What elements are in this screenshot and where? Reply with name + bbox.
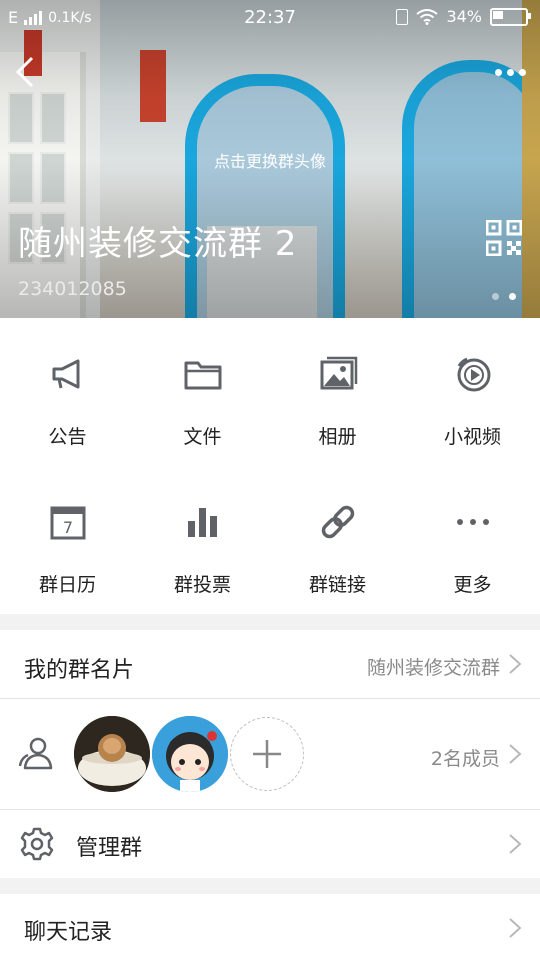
page-dot [509, 293, 516, 300]
wifi-icon [416, 8, 439, 25]
album-button[interactable]: 相册 [270, 318, 405, 466]
announcement-label: 公告 [48, 426, 87, 448]
group-vote-label: 群投票 [173, 574, 231, 596]
my-group-card-value: 随州装修交流群 [366, 657, 500, 679]
back-button[interactable] [10, 52, 42, 92]
chevron-right-icon [509, 918, 522, 938]
calendar-icon: 7 [50, 506, 86, 540]
group-profile-screen: E 0.1K/s 22:37 34% 点击更换群头像 随州装修交流群 2 234… [0, 0, 540, 960]
add-member-button[interactable] [230, 717, 304, 791]
battery-icon [490, 7, 531, 26]
announcement-button[interactable]: 公告 [0, 318, 135, 466]
chevron-right-icon [509, 654, 522, 674]
chat-history-title: 聊天记录 [24, 920, 113, 945]
more-options-button[interactable] [486, 62, 526, 82]
status-bar: E 0.1K/s 22:37 34% [0, 0, 540, 34]
short-video-label: 小视频 [443, 426, 501, 448]
plus-icon [253, 740, 281, 768]
more-dots-icon [457, 519, 489, 525]
files-label: 文件 [183, 426, 222, 448]
manage-group-title: 管理群 [76, 836, 143, 861]
bar-chart-icon [188, 508, 217, 537]
link-icon [321, 505, 355, 539]
page-dot [492, 293, 499, 300]
chevron-right-icon [509, 744, 522, 764]
manage-group-row[interactable]: 管理群 [0, 810, 540, 878]
members-icon [18, 737, 53, 770]
group-calendar-button[interactable]: 7 群日历 [0, 466, 135, 614]
group-vote-button[interactable]: 群投票 [135, 466, 270, 614]
chevron-left-icon [15, 56, 34, 88]
more-label: 更多 [453, 574, 492, 596]
group-functions-grid: 公告 文件 相册 小视频 7 群日历 群投票 群链接 更多 [0, 318, 540, 614]
calendar-day: 7 [63, 518, 73, 537]
chevron-right-icon [509, 834, 522, 854]
photo-album-icon [320, 356, 358, 390]
group-link-button[interactable]: 群链接 [270, 466, 405, 614]
short-video-button[interactable]: 小视频 [405, 318, 540, 466]
group-name: 随州装修交流群 2 [18, 224, 298, 264]
chat-history-row[interactable]: 聊天记录 [0, 894, 540, 960]
megaphone-icon [52, 359, 80, 389]
folder-icon [184, 361, 222, 390]
my-group-card-title: 我的群名片 [24, 658, 135, 683]
members-row[interactable]: 2名成员 [0, 699, 540, 809]
gear-icon [20, 827, 54, 861]
my-group-card-row[interactable]: 我的群名片 随州装修交流群 [0, 630, 540, 698]
group-link-label: 群链接 [308, 574, 366, 596]
group-id: 234012085 [18, 278, 127, 300]
member-avatar[interactable] [152, 716, 228, 792]
charging-icon [396, 8, 409, 25]
member-count: 2名成员 [430, 748, 500, 770]
battery-percent: 34% [446, 7, 482, 26]
cover-page-indicator [492, 293, 516, 300]
more-button[interactable]: 更多 [405, 466, 540, 614]
member-avatar[interactable] [74, 716, 150, 792]
qr-code-button[interactable] [485, 219, 523, 257]
group-calendar-label: 群日历 [38, 574, 96, 596]
album-label: 相册 [318, 426, 357, 448]
change-avatar-hint[interactable]: 点击更换群头像 [0, 148, 540, 172]
video-icon [457, 357, 491, 392]
files-button[interactable]: 文件 [135, 318, 270, 466]
qr-code-icon [485, 219, 523, 257]
